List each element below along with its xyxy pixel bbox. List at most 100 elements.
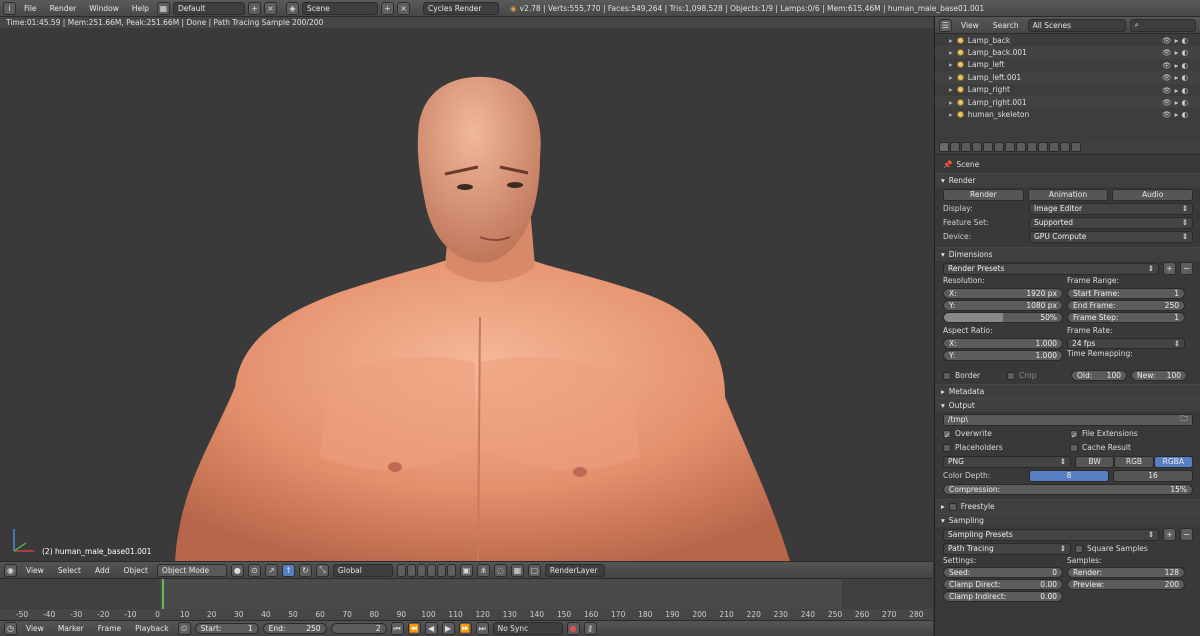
visibility-icons[interactable]: 👁▸◐ (1162, 110, 1191, 119)
overwrite-checkbox[interactable]: ✓ Overwrite (943, 429, 1066, 440)
outliner-item[interactable]: ▸ human_skeleton 👁▸◐ (935, 108, 1200, 120)
integrator-select[interactable]: Path Tracing ⇕ (943, 542, 1071, 555)
outliner-item[interactable]: ▸ Lamp_back 👁▸◐ (935, 34, 1200, 46)
texture-tab-icon[interactable] (1038, 142, 1048, 152)
render-samples-field[interactable]: Render: 128 (1067, 567, 1185, 578)
render-icon[interactable]: ▢ (527, 563, 541, 577)
shading-icon[interactable]: ● (230, 563, 244, 577)
play-icon[interactable]: ▶ (441, 622, 455, 635)
material-tab-icon[interactable] (1027, 142, 1037, 152)
end-frame-input[interactable]: End Frame: 250 (1067, 300, 1185, 311)
scene-field[interactable]: Scene (301, 1, 378, 15)
rgb-button[interactable]: RGB (1114, 455, 1154, 468)
outliner-list[interactable]: ▸ Lamp_back 👁▸◐ ▸ Lamp_back.001 👁▸◐ ▸ Lamp_left… (935, 34, 1200, 140)
layout-field[interactable]: Default (172, 1, 245, 15)
extra-tab-icon[interactable] (1071, 142, 1081, 152)
visibility-icons[interactable]: 👁▸◐ (1162, 73, 1191, 82)
square-samples-checkbox[interactable]: Square Samples (1075, 544, 1193, 553)
remove-preset-icon[interactable]: − (1180, 262, 1193, 275)
remap-old-field[interactable]: Old: 100 (1071, 370, 1127, 381)
expand-icon[interactable]: ▸ (949, 60, 953, 69)
remove-layout-icon[interactable]: × (263, 1, 277, 15)
sync-select[interactable]: No Sync (492, 622, 563, 635)
menu-help[interactable]: Help (127, 4, 154, 13)
visibility-icons[interactable]: 👁▸◐ (1162, 61, 1191, 70)
pivot-icon[interactable]: ⊙ (247, 563, 261, 577)
timeline-playback-menu[interactable]: Playback (130, 624, 173, 633)
next-key-icon[interactable]: ⏩ (458, 622, 472, 635)
render-section-header[interactable]: ▾ Render (935, 173, 1200, 187)
record-icon[interactable]: ● (566, 622, 580, 635)
crop-checkbox[interactable]: Crop (1007, 371, 1067, 380)
feature-set-select[interactable]: Supported ⇕ (1029, 216, 1193, 229)
layer-buttons[interactable] (396, 563, 456, 577)
render-layer-field[interactable]: RenderLayer (544, 563, 605, 577)
timeline[interactable]: -50 -40 -30 -20 -10 0 10 20 30 40 50 60 70 80 90 100 110… (0, 578, 933, 621)
layout-grid-icon[interactable]: ▦ (156, 1, 170, 15)
current-frame-field[interactable]: 2 (330, 623, 387, 634)
scene-icon[interactable]: ◈ (285, 1, 299, 15)
sampling-presets-select[interactable]: Sampling Presets ⇕ (943, 528, 1159, 541)
outliner-item[interactable]: ▸ Lamp_left 👁▸◐ (935, 59, 1200, 71)
file-extensions-checkbox[interactable]: ✓ File Extensions (1070, 429, 1193, 440)
expand-icon[interactable]: ▸ (949, 110, 953, 119)
output-section-header[interactable]: ▾ Output (935, 398, 1200, 412)
end-frame-field[interactable]: End: 250 (262, 623, 327, 634)
folder-icon[interactable]: 🗀 (1181, 413, 1189, 426)
aspect-y-field[interactable]: Y: 1.000 (943, 350, 1063, 361)
add-preset-icon[interactable]: + (1163, 262, 1176, 275)
color-mode-group[interactable]: BW RGB RGBA (1075, 455, 1193, 468)
menu-object[interactable]: Object (118, 566, 152, 575)
rgba-button[interactable]: RGBA (1153, 455, 1193, 468)
dimensions-section-header[interactable]: ▾ Dimensions (935, 247, 1200, 261)
outliner-editor-icon[interactable]: ☰ (939, 18, 952, 32)
preview-samples-field[interactable]: Preview: 200 (1067, 579, 1185, 590)
device-select[interactable]: GPU Compute ⇕ (1029, 230, 1193, 243)
depth-16-button[interactable]: 16 (1113, 469, 1193, 482)
snap-target-icon[interactable]: ▦ (510, 563, 524, 577)
orientation-select[interactable]: Global (332, 563, 393, 577)
outliner-item[interactable]: ▸ Lamp_right 👁▸◐ (935, 84, 1200, 96)
file-format-select[interactable]: PNG ⇕ (943, 455, 1071, 468)
visibility-icons[interactable]: 👁▸◐ (1162, 48, 1191, 57)
render-tab-icon[interactable] (939, 142, 949, 152)
menu-add[interactable]: Add (90, 566, 115, 575)
outliner-search-input[interactable]: ⌕ (1129, 18, 1196, 32)
aspect-x-field[interactable]: X: 1.000 (943, 338, 1063, 349)
render-engine-select[interactable]: Cycles Render (422, 1, 499, 15)
clamp-indirect-field[interactable]: Clamp Indirect: 0.00 (943, 591, 1063, 602)
visibility-icons[interactable]: 👁▸◐ (1162, 98, 1191, 107)
render-button[interactable]: Render (943, 188, 1024, 201)
timeline-editor-icon[interactable]: ◷ (4, 622, 17, 635)
audio-button[interactable]: Audio (1112, 188, 1194, 201)
object-tab-icon[interactable] (983, 142, 993, 152)
resolution-y-field[interactable]: Y: 1080 px (943, 300, 1063, 311)
outliner-item[interactable]: ▸ Lamp_left.001 👁▸◐ (935, 71, 1200, 84)
outliner-item[interactable]: ▸ Lamp_right.001 👁▸◐ (935, 95, 1200, 109)
expand-icon[interactable]: ▸ (949, 48, 953, 57)
timeline-view-menu[interactable]: View (21, 624, 49, 633)
translate-icon[interactable]: ↑ (281, 563, 295, 577)
visibility-icons[interactable]: 👁▸◐ (1162, 36, 1191, 45)
physics-tab-icon[interactable] (1060, 142, 1070, 152)
playhead[interactable] (162, 579, 164, 609)
data-tab-icon[interactable] (1016, 142, 1026, 152)
visibility-icons[interactable]: 👁▸◐ (1162, 86, 1191, 95)
menu-select[interactable]: Select (53, 566, 86, 575)
frame-step-input[interactable]: Frame Step: 1 (1067, 312, 1185, 323)
proportional-icon[interactable]: ◌ (493, 563, 507, 577)
expand-icon[interactable]: ▸ (949, 98, 953, 107)
modifiers-tab-icon[interactable] (1005, 142, 1015, 152)
resolution-x-field[interactable]: X: 1920 px (943, 288, 1063, 299)
menu-file[interactable]: File (19, 4, 42, 13)
seed-field[interactable]: Seed: 0 (943, 567, 1063, 578)
compression-slider[interactable]: Compression: 15% (943, 484, 1193, 495)
add-sampling-preset-icon[interactable]: + (1163, 528, 1176, 541)
timeline-frame-menu[interactable]: Frame (93, 624, 126, 633)
manipulator-icon[interactable]: ↗ (264, 563, 278, 577)
render-viewport[interactable]: Time:01:45.59 | Mem:251.66M, Peak:251.66… (0, 17, 933, 561)
remove-sampling-preset-icon[interactable]: − (1180, 528, 1193, 541)
sampling-section-header[interactable]: ▾ Sampling (935, 513, 1200, 527)
constraints-tab-icon[interactable] (994, 142, 1004, 152)
remap-new-field[interactable]: New: 100 (1131, 370, 1187, 381)
